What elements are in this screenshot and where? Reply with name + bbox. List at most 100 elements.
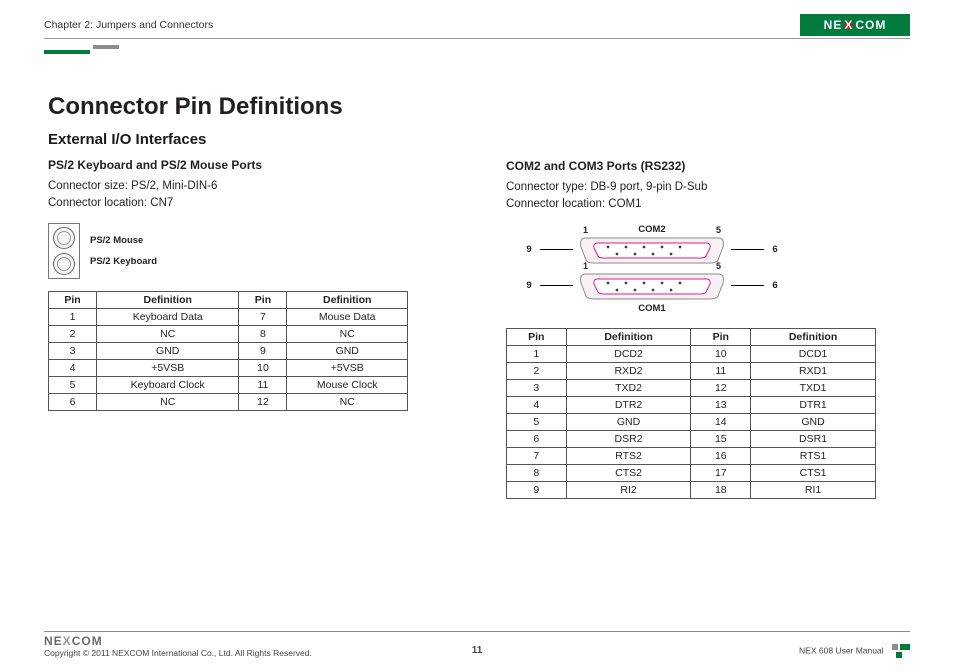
def-cell: NC: [96, 393, 238, 410]
table-row: 7RTS216RTS1: [507, 447, 876, 464]
pin-cell: 6: [49, 393, 97, 410]
def-cell: DCD1: [751, 345, 876, 362]
th-pin: Pin: [49, 291, 97, 308]
def-cell: NC: [287, 325, 408, 342]
def-cell: CTS2: [566, 464, 691, 481]
ps2-heading: PS/2 Keyboard and PS/2 Mouse Ports: [48, 158, 452, 172]
pin-9: 9: [522, 244, 536, 255]
copyright: Copyright © 2011 NEXCOM International Co…: [44, 648, 312, 658]
th-pin: Pin: [691, 328, 751, 345]
table-row: 2NC8NC: [49, 325, 408, 342]
pin-cell: 4: [49, 359, 97, 376]
pin-cell: 7: [507, 447, 567, 464]
com1-port-icon: [577, 271, 727, 301]
def-cell: DSR1: [751, 430, 876, 447]
table-row: 9RI218RI1: [507, 481, 876, 498]
table-row: 2RXD211RXD1: [507, 362, 876, 379]
pin-cell: 14: [691, 413, 751, 430]
def-cell: RXD2: [566, 362, 691, 379]
table-row: 3GND9GND: [49, 342, 408, 359]
pin-cell: 2: [49, 325, 97, 342]
page-number: 11: [472, 645, 483, 656]
th-pin: Pin: [507, 328, 567, 345]
table-row: 3TXD212TXD1: [507, 379, 876, 396]
def-cell: RTS1: [751, 447, 876, 464]
pin-cell: 12: [239, 393, 287, 410]
com-spec: Connector type: DB-9 port, 9-pin D-Sub C…: [506, 179, 910, 214]
def-cell: RI2: [566, 481, 691, 498]
nexcom-logo-bottom: NEXCOM: [44, 634, 312, 648]
pin-5: 5: [716, 225, 721, 235]
ps2-keyboard-port-icon: [53, 253, 75, 275]
page-header: Chapter 2: Jumpers and Connectors NEXCOM: [44, 14, 910, 39]
pin-5: 5: [716, 261, 721, 271]
def-cell: +5VSB: [96, 359, 238, 376]
com2-label: COM2: [522, 224, 782, 235]
pin-1: 1: [583, 261, 588, 271]
accent-bar-green: [44, 50, 90, 54]
pin-cell: 1: [49, 308, 97, 325]
ps2-connector-diagram: PS/2 Mouse PS/2 Keyboard: [48, 223, 452, 279]
nexcom-logo-top: NEXCOM: [800, 14, 910, 36]
pin-cell: 4: [507, 396, 567, 413]
leader-line: [540, 285, 573, 286]
def-cell: RI1: [751, 481, 876, 498]
pin-cell: 12: [691, 379, 751, 396]
pin-cell: 3: [507, 379, 567, 396]
pin-cell: 5: [49, 376, 97, 393]
def-cell: TXD1: [751, 379, 876, 396]
pin-cell: 10: [239, 359, 287, 376]
def-cell: RXD1: [751, 362, 876, 379]
pin-cell: 7: [239, 308, 287, 325]
ps2-spec-loc: Connector location: CN7: [48, 195, 452, 212]
page-footer: NEXCOM Copyright © 2011 NEXCOM Internati…: [44, 631, 910, 658]
def-cell: NC: [287, 393, 408, 410]
def-cell: NC: [96, 325, 238, 342]
table-row: 1DCD210DCD1: [507, 345, 876, 362]
def-cell: Mouse Data: [287, 308, 408, 325]
pin-cell: 2: [507, 362, 567, 379]
th-def: Definition: [751, 328, 876, 345]
pin-9: 9: [522, 280, 536, 291]
pin-cell: 16: [691, 447, 751, 464]
pin-6: 6: [768, 244, 782, 255]
def-cell: GND: [96, 342, 238, 359]
section-subtitle: External I/O Interfaces: [48, 131, 452, 148]
com-spec-loc: Connector location: COM1: [506, 196, 910, 213]
table-row: 6NC12NC: [49, 393, 408, 410]
ps2-keyboard-label: PS/2 Keyboard: [90, 256, 157, 267]
ps2-mouse-port-icon: [53, 227, 75, 249]
chapter-title: Chapter 2: Jumpers and Connectors: [44, 19, 213, 31]
pin-cell: 18: [691, 481, 751, 498]
ps2-ports-icon: [48, 223, 80, 279]
pin-cell: 13: [691, 396, 751, 413]
pin-cell: 5: [507, 413, 567, 430]
left-column: Connector Pin Definitions External I/O I…: [48, 93, 452, 499]
pin-cell: 10: [691, 345, 751, 362]
manual-name: NEX 608 User Manual: [799, 645, 884, 655]
pin-cell: 11: [691, 362, 751, 379]
def-cell: Keyboard Clock: [96, 376, 238, 393]
table-row: 8CTS217CTS1: [507, 464, 876, 481]
def-cell: DTR1: [751, 396, 876, 413]
table-row: 5GND14GND: [507, 413, 876, 430]
ps2-pin-table: Pin Definition Pin Definition 1Keyboard …: [48, 291, 408, 411]
com-connector-diagram: COM2 9 1 5: [522, 224, 782, 314]
def-cell: DCD2: [566, 345, 691, 362]
com2-port-icon: [577, 235, 727, 265]
com-spec-type: Connector type: DB-9 port, 9-pin D-Sub: [506, 179, 910, 196]
right-column: COM2 and COM3 Ports (RS232) Connector ty…: [506, 93, 910, 499]
def-cell: GND: [566, 413, 691, 430]
table-row: 1Keyboard Data7Mouse Data: [49, 308, 408, 325]
ps2-mouse-label: PS/2 Mouse: [90, 235, 157, 246]
pin-cell: 17: [691, 464, 751, 481]
table-row: 4+5VSB10+5VSB: [49, 359, 408, 376]
leader-line: [731, 285, 764, 286]
ps2-spec-size: Connector size: PS/2, Mini-DIN-6: [48, 178, 452, 195]
def-cell: Keyboard Data: [96, 308, 238, 325]
def-cell: GND: [287, 342, 408, 359]
accent-bar-grey: [93, 45, 119, 49]
th-pin: Pin: [239, 291, 287, 308]
pin-cell: 8: [239, 325, 287, 342]
pin-cell: 9: [239, 342, 287, 359]
